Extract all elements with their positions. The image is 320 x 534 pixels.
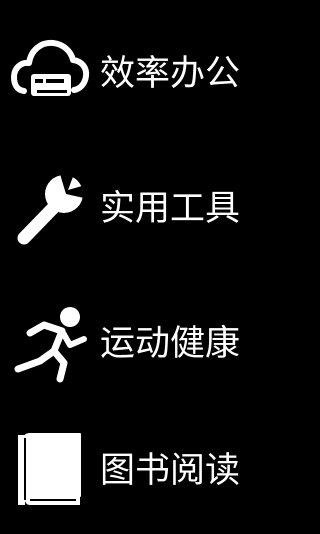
menu-item-label: 运动健康	[100, 324, 241, 364]
menu-item-health[interactable]: 运动健康	[0, 290, 300, 400]
wrench-icon	[10, 168, 90, 248]
menu-item-tools[interactable]: 实用工具	[0, 155, 300, 265]
category-menu: 效率办公 实用工具 运动健康 图书阅读	[0, 0, 300, 534]
menu-item-label: 效率办公	[100, 54, 241, 94]
menu-item-label: 图书阅读	[100, 451, 241, 491]
book-icon	[10, 430, 90, 510]
menu-item-office[interactable]: 效率办公	[0, 20, 300, 130]
menu-item-books[interactable]: 图书阅读	[0, 417, 300, 527]
menu-item-label: 实用工具	[100, 189, 241, 229]
cloud-printer-icon	[10, 33, 90, 113]
running-person-icon	[10, 303, 90, 383]
